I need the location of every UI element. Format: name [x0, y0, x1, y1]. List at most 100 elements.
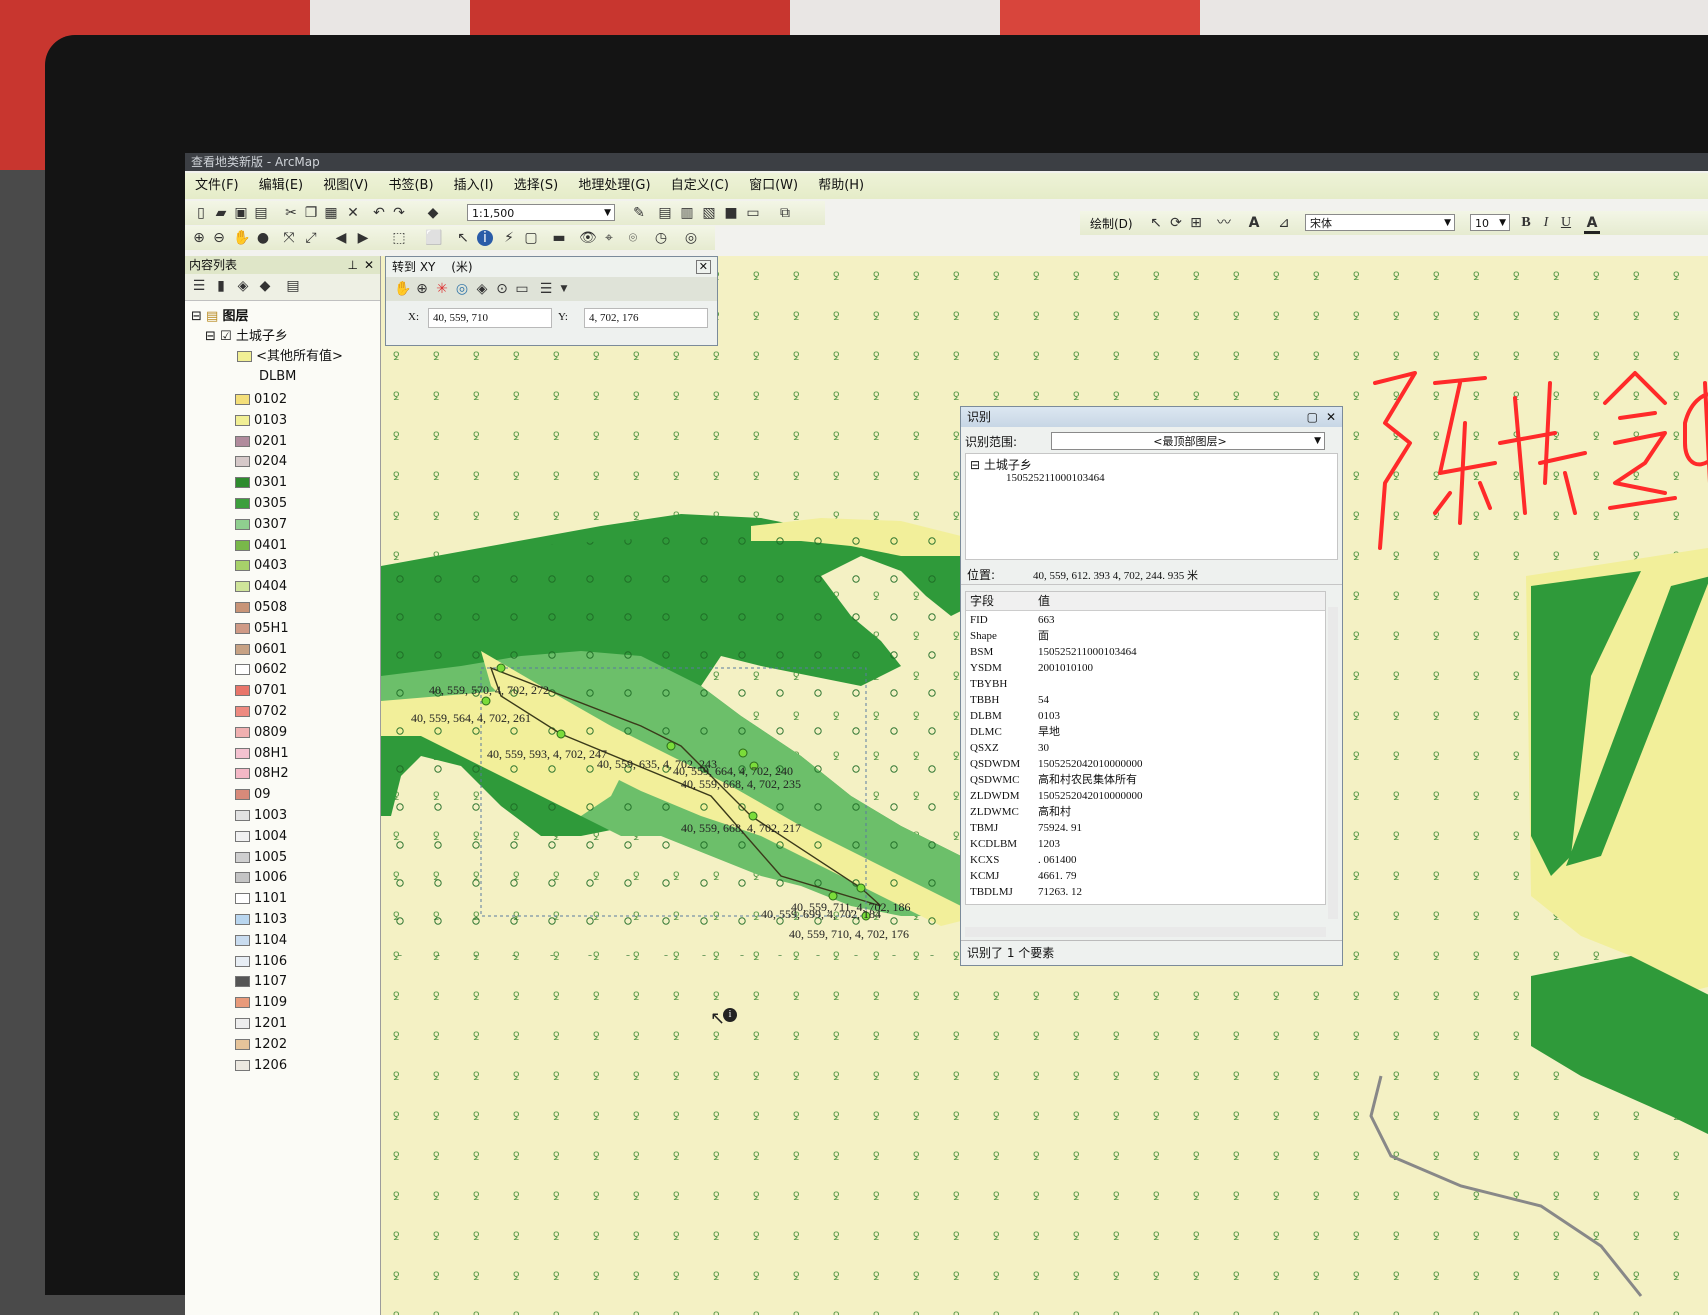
rotate-icon[interactable]: ⟳: [1168, 215, 1184, 231]
legend-item[interactable]: 0809: [235, 724, 287, 742]
save-icon[interactable]: ▣: [233, 205, 249, 221]
collapse-icon[interactable]: ⊟: [191, 309, 202, 324]
attribute-row[interactable]: Shape 面: [966, 628, 1325, 644]
collapse-icon[interactable]: ⊟: [205, 329, 216, 344]
add-data-icon[interactable]: ◆: [425, 205, 441, 221]
new-icon[interactable]: ▯: [193, 205, 209, 221]
close-icon[interactable]: ✕: [364, 256, 374, 274]
x-input[interactable]: 40, 559, 710: [428, 308, 552, 328]
value-column-header[interactable]: 值: [1038, 592, 1050, 610]
fixed-zoom-in-icon[interactable]: ⤧: [281, 230, 297, 246]
full-extent-icon[interactable]: ●: [255, 230, 271, 246]
legend-item[interactable]: 0508: [235, 599, 287, 617]
menu-insert[interactable]: 插入(I): [454, 173, 494, 199]
legend-item[interactable]: 1109: [235, 994, 287, 1012]
create-viewer-icon[interactable]: ◎: [683, 230, 699, 246]
legend-item[interactable]: 08H2: [235, 765, 289, 783]
attribute-row[interactable]: KCXS . 061400: [966, 852, 1325, 868]
legend-item[interactable]: 08H1: [235, 745, 289, 763]
select-elements-icon[interactable]: ↖: [455, 230, 471, 246]
legend-item[interactable]: 1004: [235, 828, 287, 846]
scope-dropdown[interactable]: <最顶部图层> ▼: [1051, 432, 1325, 450]
identify-icon[interactable]: i: [477, 230, 493, 246]
legend-item[interactable]: 1206: [235, 1057, 287, 1075]
zoom-to-element-icon[interactable]: ⊞: [1188, 215, 1204, 231]
attribute-row[interactable]: TBYBH: [966, 676, 1325, 692]
cut-icon[interactable]: ✂: [283, 205, 299, 221]
add-point-icon[interactable]: ◎: [454, 281, 470, 297]
menu-file[interactable]: 文件(F): [195, 173, 239, 199]
print-icon[interactable]: ▤: [253, 205, 269, 221]
legend-item[interactable]: 0305: [235, 495, 287, 513]
legend-item[interactable]: 1006: [235, 869, 287, 887]
bold-button[interactable]: B: [1518, 215, 1534, 231]
attribute-row[interactable]: TBDLMJ 71263. 12: [966, 884, 1325, 900]
y-input[interactable]: 4, 702, 176: [584, 308, 708, 328]
tree-layer-node[interactable]: ⊟ 土城子乡: [970, 456, 1032, 473]
delete-icon[interactable]: ✕: [345, 205, 361, 221]
hyperlink-icon[interactable]: ⚡: [501, 230, 517, 246]
attribute-row[interactable]: ZLDWMC 高和村: [966, 804, 1325, 820]
vertex-marker[interactable]: [556, 729, 566, 739]
legend-item[interactable]: 0102: [235, 391, 287, 409]
attribute-row[interactable]: QSXZ 30: [966, 740, 1325, 756]
vertex-marker[interactable]: [856, 883, 866, 893]
vertex-marker[interactable]: [496, 663, 506, 673]
zoom-out-icon[interactable]: ⊖: [211, 230, 227, 246]
legend-item[interactable]: 0204: [235, 453, 287, 471]
list-by-selection-icon[interactable]: ◆: [257, 278, 273, 294]
select-features-icon[interactable]: ⬚: [391, 230, 407, 246]
menu-view[interactable]: 视图(V): [323, 173, 368, 199]
text-tool-icon[interactable]: A: [1246, 215, 1262, 231]
zoom-in-icon[interactable]: ⊕: [191, 230, 207, 246]
tree-feature-node[interactable]: 150525211000103464: [1006, 472, 1105, 484]
add-callout-icon[interactable]: ▭: [514, 281, 530, 297]
attribute-row[interactable]: TBMJ 75924. 91: [966, 820, 1325, 836]
copy-icon[interactable]: ❐: [303, 205, 319, 221]
find-route-icon[interactable]: ⌖: [601, 230, 617, 246]
maximize-icon[interactable]: ▢: [1307, 407, 1318, 427]
add-labeled-point-alt-icon[interactable]: ⊙: [494, 281, 510, 297]
clear-selection-icon[interactable]: ⬜: [425, 230, 442, 246]
pan-to-icon[interactable]: ✋: [394, 281, 411, 297]
select-pointer-icon[interactable]: ↖: [1148, 215, 1164, 231]
undo-icon[interactable]: ↶: [371, 205, 387, 221]
attribute-row[interactable]: KCMJ 4661. 79: [966, 868, 1325, 884]
legend-item[interactable]: 0404: [235, 578, 287, 596]
attribute-row[interactable]: ZLDWDM 1505252042010000000: [966, 788, 1325, 804]
collapse-icon[interactable]: ⊟: [970, 458, 980, 472]
find-binoculars-icon[interactable]: 👁: [579, 230, 597, 246]
flash-icon[interactable]: ✳: [434, 281, 450, 297]
measure-icon[interactable]: ▬: [551, 230, 567, 246]
go-back-icon[interactable]: ◀: [333, 230, 349, 246]
attribute-row[interactable]: TBBH 54: [966, 692, 1325, 708]
catalog-icon[interactable]: ▥: [679, 205, 695, 221]
units-menu-icon[interactable]: ☰: [538, 281, 554, 297]
attribute-row[interactable]: DLBM 0103: [966, 708, 1325, 724]
legend-item[interactable]: 0702: [235, 703, 287, 721]
options-icon[interactable]: ▤: [285, 278, 301, 294]
chevron-down-icon[interactable]: ▼: [556, 281, 572, 297]
paste-icon[interactable]: ▦: [323, 205, 339, 221]
vertex-marker[interactable]: [481, 696, 491, 706]
list-by-source-icon[interactable]: ▮: [213, 278, 229, 294]
go-to-xy-icon[interactable]: ⌾: [625, 230, 641, 246]
attribute-row[interactable]: QSDWDM 1505252042010000000: [966, 756, 1325, 772]
vertex-marker[interactable]: [748, 811, 758, 821]
add-labeled-point-icon[interactable]: ◈: [474, 281, 490, 297]
legend-item[interactable]: 05H1: [235, 620, 289, 638]
menu-edit[interactable]: 编辑(E): [259, 173, 303, 199]
vertex-marker[interactable]: [738, 748, 748, 758]
go-forward-icon[interactable]: ▶: [355, 230, 371, 246]
font-size-combo[interactable]: 10 ▼: [1470, 214, 1510, 231]
legend-item[interactable]: 1107: [235, 973, 287, 991]
legend-item[interactable]: 1003: [235, 807, 287, 825]
close-icon[interactable]: ✕: [1326, 407, 1336, 427]
attribute-row[interactable]: QSDWMC 高和村农民集体所有: [966, 772, 1325, 788]
legend-item[interactable]: 1005: [235, 849, 287, 867]
draw-menu[interactable]: 绘制(D): [1090, 215, 1133, 232]
search-window-icon[interactable]: ▧: [701, 205, 717, 221]
html-popup-icon[interactable]: ▢: [523, 230, 539, 246]
attribute-row[interactable]: BSM 150525211000103464: [966, 644, 1325, 660]
close-icon[interactable]: ✕: [695, 260, 711, 274]
